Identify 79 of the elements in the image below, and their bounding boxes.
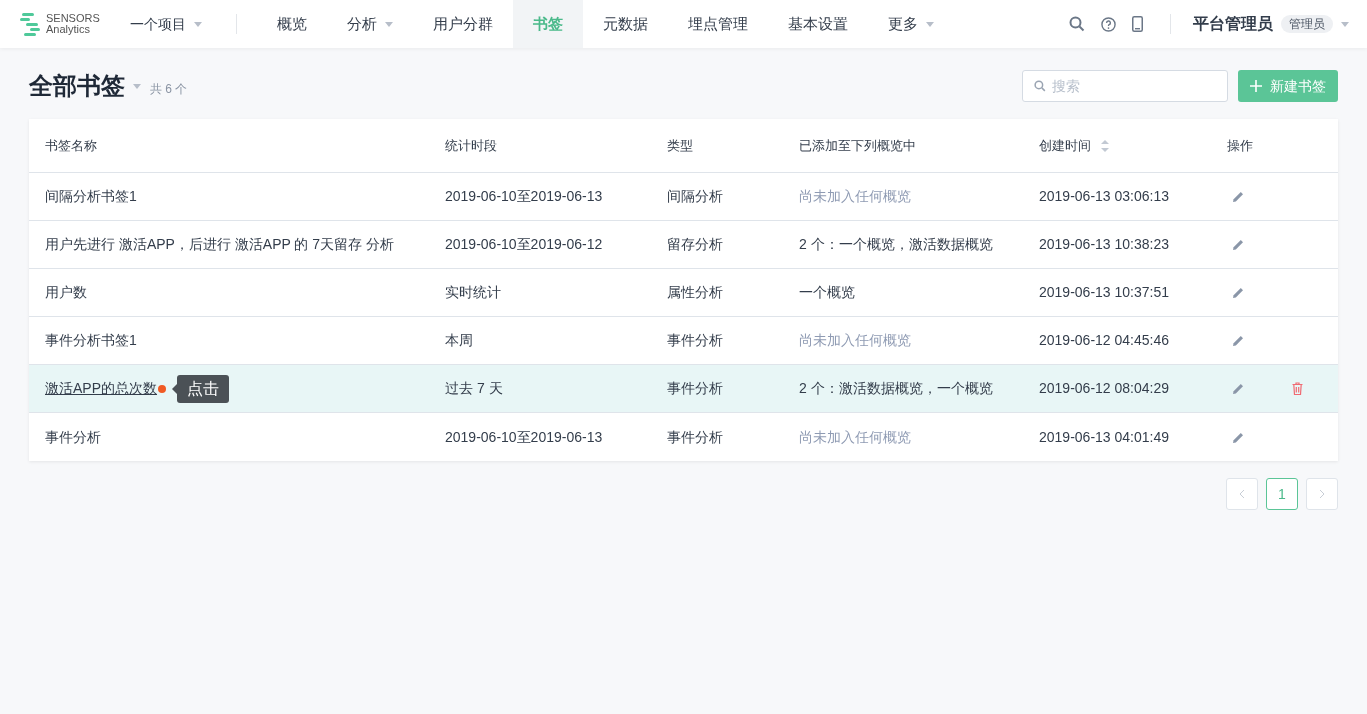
edit-icon[interactable] [1233,239,1244,250]
delete-icon[interactable] [1292,382,1303,395]
table-row[interactable]: 事件分析 2019-06-10至2019-06-13 事件分析 尚未加入任何概览 2019-06-13 04:01:49 [29,413,1338,461]
type-cell: 事件分析 [667,428,723,445]
caret-icon [194,21,202,27]
bookmark-name[interactable]: 事件分析书签1 [45,330,137,351]
logo-icon [20,11,42,37]
edit-icon[interactable] [1233,431,1244,443]
table-row[interactable]: 用户先进行 激活APP，后进行 激活APP 的 7天留存 分析 2019-06-10至2019-06-12 留存分析 2 个：一个概览，激活数据概览 2019-06-13 10:38:23 [29,221,1338,269]
bookmark-name[interactable]: 间隔分析书签1 [45,186,137,207]
page-title[interactable]: 全部书签 [29,68,125,104]
type-cell: 属性分析 [667,284,723,300]
type-cell: 事件分析 [667,380,723,396]
logo[interactable]: SENSORS Analytics [20,11,130,37]
created-time-cell: 2019-06-13 03:06:13 [1039,188,1169,204]
help-icon[interactable] [1101,16,1116,32]
created-time-cell: 2019-06-13 10:37:51 [1039,284,1169,300]
overview-cell: 一个概览 [799,284,855,300]
column-header: 统计时段 [445,136,497,155]
nav-tab[interactable]: 用户分群 [413,0,513,48]
table-row[interactable]: 间隔分析书签1 2019-06-10至2019-06-13 间隔分析 尚未加入任何概览 2019-06-13 03:06:13 [29,173,1338,221]
overview-cell: 尚未加入任何概览 [799,428,911,445]
chevron-left-icon [1239,489,1245,499]
search-icon [1034,80,1046,92]
search-icon[interactable] [1069,16,1085,32]
bookmark-name[interactable]: 激活APP的总次数 [45,378,157,399]
created-time-cell: 2019-06-13 04:01:49 [1039,428,1169,445]
edit-icon[interactable] [1233,191,1244,202]
nav-tab[interactable]: 基本设置 [768,0,868,48]
bookmark-count: 共 6 个 [150,81,188,98]
tooltip-arrow-icon [172,383,177,394]
created-time-cell: 2019-06-12 04:45:46 [1039,332,1169,348]
logo-text: Analytics [46,24,92,35]
edit-icon[interactable] [1233,383,1244,394]
bookmark-name[interactable]: 用户数 [45,282,87,303]
overview-cell: 尚未加入任何概览 [799,332,911,348]
nav-tab[interactable]: 更多 [868,0,954,48]
sort-icon[interactable] [1101,138,1109,153]
period-cell: 过去 7 天 [445,380,503,396]
period-cell: 实时统计 [445,284,501,300]
period-cell: 2019-06-10至2019-06-12 [445,236,603,252]
type-cell: 留存分析 [667,236,723,252]
table-row[interactable]: 事件分析书签1 本周 事件分析 尚未加入任何概览 2019-06-12 04:45:46 [29,317,1338,365]
mobile-icon[interactable] [1132,16,1143,32]
edit-icon[interactable] [1233,287,1244,298]
nav-tab[interactable]: 概览 [257,0,327,48]
column-header: 书签名称 [45,136,97,155]
chevron-right-icon [1319,489,1325,499]
period-cell: 2019-06-10至2019-06-13 [445,428,603,445]
search-field[interactable]: 搜索 [1022,70,1228,102]
nav-tab[interactable]: 元数据 [583,0,668,48]
user-name[interactable]: 平台管理员 [1193,12,1273,36]
tooltip: 点击 [177,374,229,403]
period-cell: 本周 [445,332,473,348]
project-dropdown[interactable]: 一个项目 [130,13,236,35]
type-cell: 事件分析 [667,332,723,348]
role-tag: 管理员 [1281,15,1333,33]
created-time-cell: 2019-06-13 10:38:23 [1039,236,1169,252]
created-time-cell: 2019-06-12 08:04:29 [1039,380,1169,396]
column-header: 已添加至下列概览中 [799,136,916,155]
overview-cell: 2 个：激活数据概览，一个概览 [799,380,993,396]
overview-cell: 尚未加入任何概览 [799,188,911,204]
caret-icon [1341,21,1349,27]
bookmark-name[interactable]: 用户先进行 激活APP，后进行 激活APP 的 7天留存 分析 [45,234,394,255]
column-header: 创建时间 [1039,136,1091,155]
column-header: 操作 [1227,136,1253,155]
logo-text: SENSORS [46,13,100,24]
nav-tab[interactable]: 分析 [327,0,413,48]
period-cell: 2019-06-10至2019-06-13 [445,188,603,204]
type-cell: 间隔分析 [667,188,723,204]
plus-icon [1250,80,1262,92]
overview-cell: 2 个：一个概览，激活数据概览 [799,236,993,252]
nav-tab[interactable]: 埋点管理 [668,0,768,48]
column-header: 类型 [667,136,693,155]
table-row[interactable]: 用户数 实时统计 属性分析 一个概览 2019-06-13 10:37:51 [29,269,1338,317]
edit-icon[interactable] [1233,335,1244,346]
caret-icon [133,83,141,89]
bookmark-name[interactable]: 事件分析 [45,426,101,448]
table-row[interactable]: 激活APP的总次数 点击 过去 7 天 事件分析 2 个：激活数据概览，一个概览 2019-06-12 08:04:29 [29,365,1338,413]
